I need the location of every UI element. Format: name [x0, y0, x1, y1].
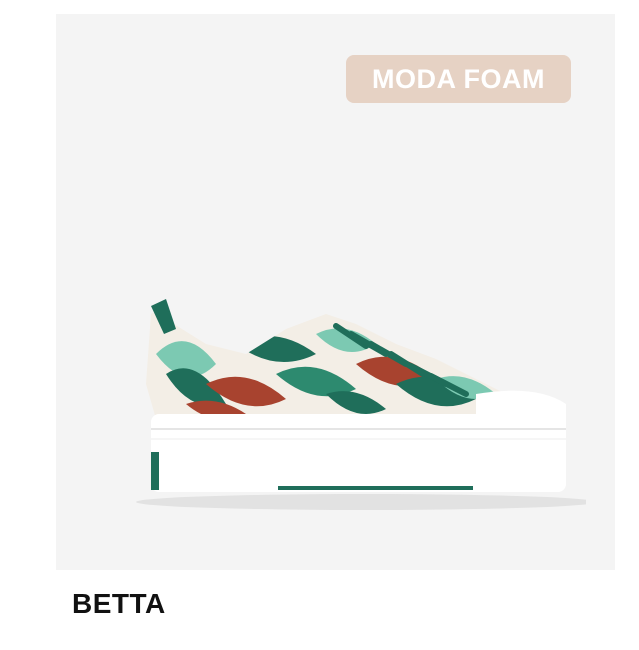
- product-image-panel[interactable]: MODA FOAM: [56, 14, 615, 570]
- badge-label: MODA FOAM: [372, 63, 545, 94]
- product-card[interactable]: MODA FOAM BETTA: [0, 0, 639, 650]
- sneaker-image: [136, 299, 586, 510]
- product-badge: MODA FOAM: [346, 55, 571, 103]
- product-name[interactable]: BETTA: [72, 588, 166, 620]
